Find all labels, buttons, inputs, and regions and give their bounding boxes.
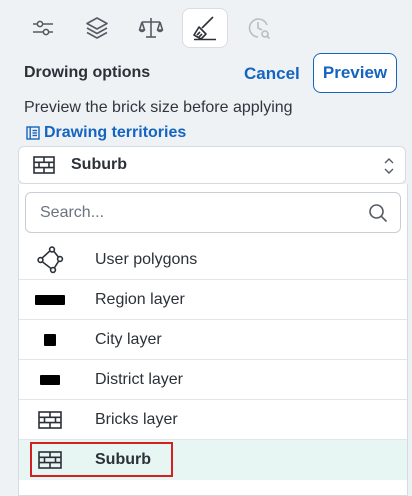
- tab-drawing[interactable]: [182, 8, 228, 48]
- scale-icon: [138, 18, 164, 38]
- district-icon: [40, 374, 60, 385]
- drawing-territories-link[interactable]: Drawing territories: [26, 124, 186, 142]
- chevron-updown-icon: [384, 158, 394, 174]
- bricks-icon: [33, 156, 55, 174]
- drawing-territories-label: Drawing territories: [44, 124, 187, 141]
- history-clock-icon: [248, 18, 271, 40]
- layer-dropdown: User polygons Region layer City layer: [18, 184, 408, 496]
- tab-layers[interactable]: [74, 8, 120, 48]
- page-title: Drowing options: [24, 64, 151, 81]
- list-item-label: City layer: [95, 330, 162, 348]
- search-box: [25, 192, 401, 233]
- list-item-label: District layer: [95, 370, 184, 388]
- city-icon: [44, 333, 56, 346]
- search-input[interactable]: [38, 203, 362, 223]
- search-icon[interactable]: [368, 203, 388, 223]
- tab-filters[interactable]: [20, 8, 66, 48]
- polygon-icon: [37, 245, 64, 273]
- layers-icon: [86, 17, 108, 39]
- toolbar: [20, 8, 282, 48]
- region-icon: [35, 294, 65, 305]
- list-item-user-polygons[interactable]: User polygons: [19, 240, 407, 280]
- list-item-label: Region layer: [95, 290, 185, 308]
- list-item-label: User polygons: [95, 250, 198, 268]
- bricks-icon: [38, 410, 62, 429]
- layer-select[interactable]: Suburb: [18, 146, 406, 184]
- select-value: Suburb: [71, 156, 127, 173]
- list-item-district-layer[interactable]: District layer: [19, 360, 407, 400]
- layer-list: User polygons Region layer City layer Di…: [19, 240, 407, 480]
- tab-balance[interactable]: [128, 8, 174, 48]
- list-item-region-layer[interactable]: Region layer: [19, 280, 407, 320]
- list-item-label: Bricks layer: [95, 410, 178, 428]
- description-text: Preview the brick size before applying: [24, 99, 293, 116]
- tab-history[interactable]: [236, 8, 282, 48]
- list-item-suburb[interactable]: Suburb: [19, 440, 407, 480]
- list-item-bricks-layer[interactable]: Bricks layer: [19, 400, 407, 440]
- cancel-button[interactable]: Cancel: [244, 64, 300, 84]
- list-item-city-layer[interactable]: City layer: [19, 320, 407, 360]
- document-icon: [26, 126, 40, 140]
- preview-button[interactable]: Preview: [313, 53, 397, 93]
- selection-highlight: [30, 442, 173, 477]
- brush-icon: [193, 16, 216, 41]
- sliders-icon: [33, 20, 53, 36]
